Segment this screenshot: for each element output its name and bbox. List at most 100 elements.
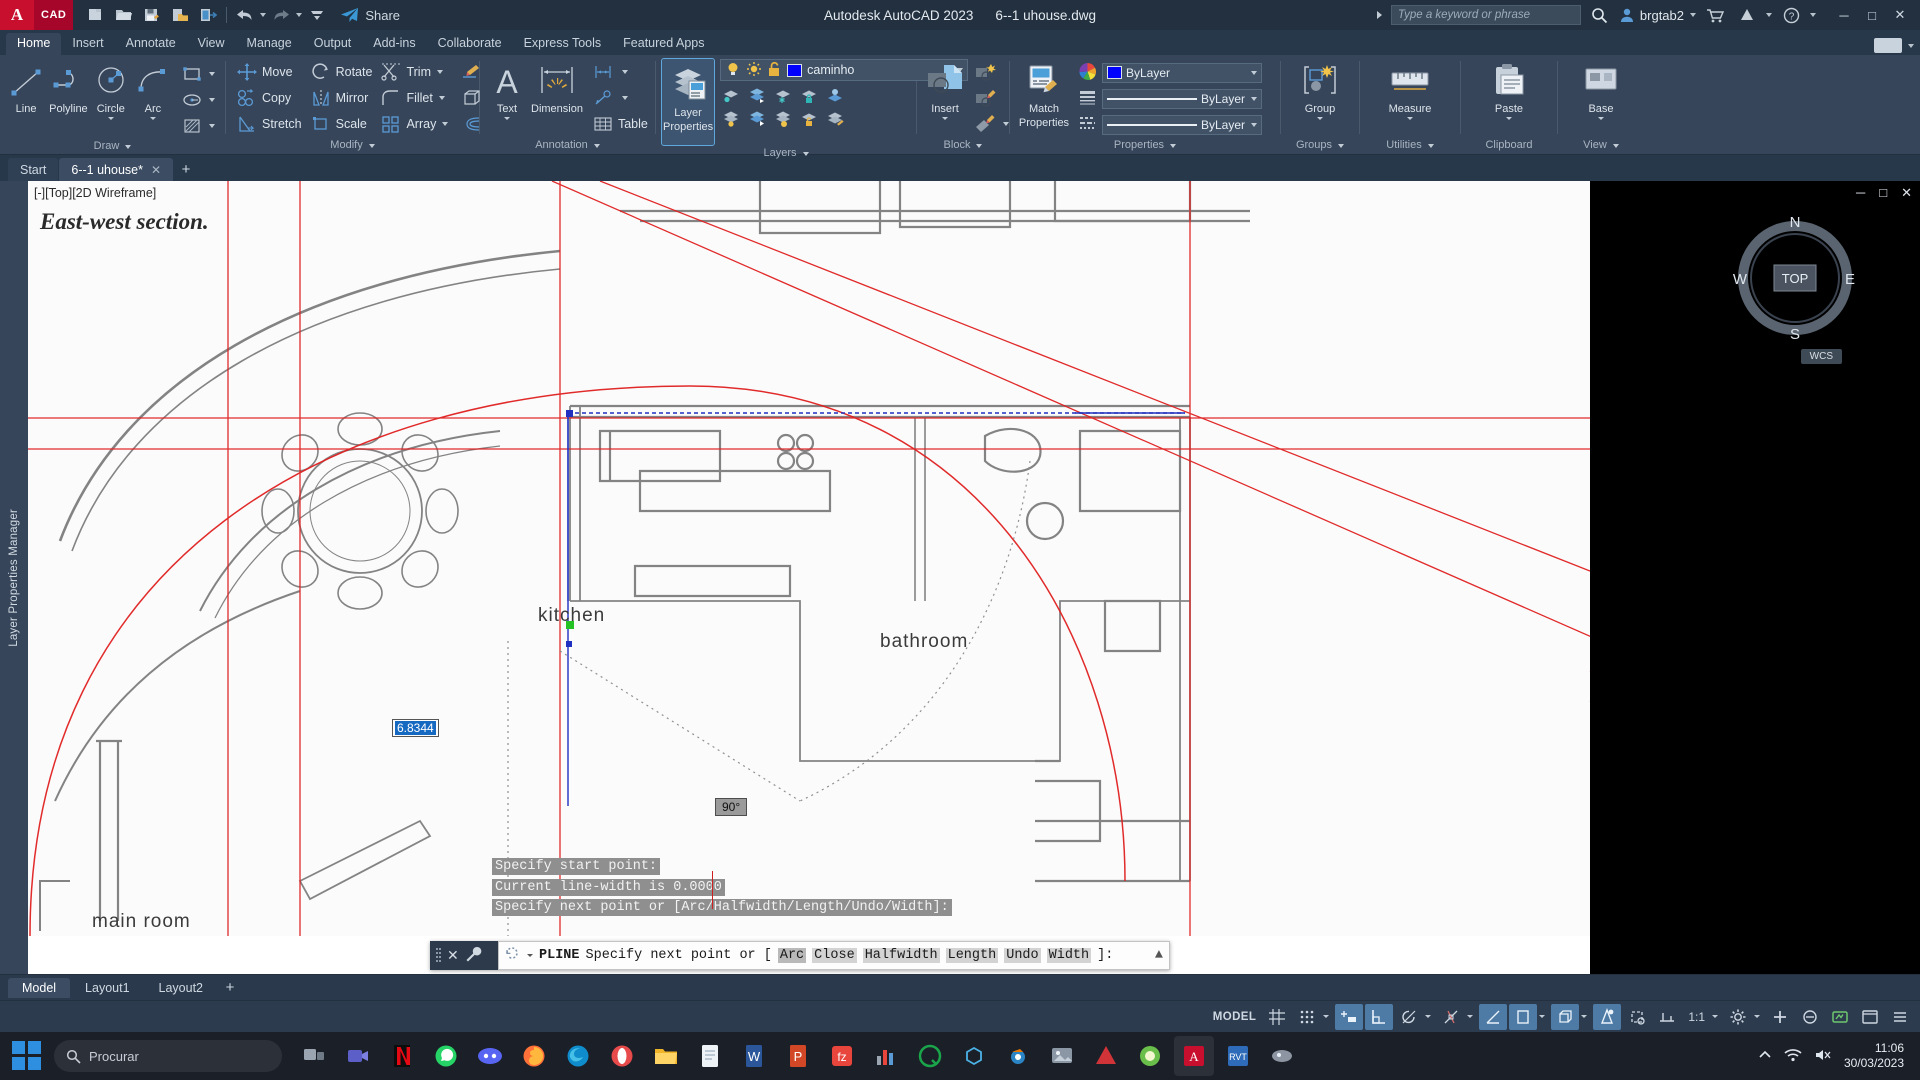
- ribbon-collapse-icon[interactable]: [1908, 43, 1914, 48]
- help-dropdown-icon[interactable]: [1810, 13, 1816, 17]
- array-button[interactable]: Array: [376, 111, 452, 136]
- layer-turn-all-on-icon[interactable]: [746, 109, 768, 129]
- customize-qat-icon[interactable]: [304, 2, 330, 28]
- group-dropdown-icon[interactable]: [1317, 117, 1323, 120]
- transparency-toggle[interactable]: [1593, 1003, 1622, 1030]
- clean-screen-icon[interactable]: [1856, 1004, 1884, 1030]
- scale-dropdown-icon[interactable]: [1712, 1015, 1718, 1018]
- taskbar-search[interactable]: Procurar: [54, 1040, 282, 1072]
- move-button[interactable]: Move: [232, 59, 306, 84]
- layer-unisolate-icon[interactable]: [746, 86, 768, 106]
- object-snap-toggle[interactable]: [1437, 1004, 1465, 1030]
- color-wheel-icon[interactable]: [1078, 62, 1097, 84]
- circle-dropdown-icon[interactable]: [107, 117, 114, 120]
- base-dropdown-icon[interactable]: [1598, 117, 1604, 120]
- taskbar-app-fz[interactable]: fz: [822, 1036, 862, 1076]
- taskbar-app-whatsapp[interactable]: [426, 1036, 466, 1076]
- polar-tracking-toggle[interactable]: [1395, 1004, 1423, 1030]
- taskbar-app-neon[interactable]: [1130, 1036, 1170, 1076]
- search-input[interactable]: Type a keyword or phrase: [1390, 5, 1581, 25]
- wrench-icon[interactable]: [465, 946, 482, 966]
- grid-display-toggle[interactable]: [1263, 1004, 1291, 1030]
- tab-home[interactable]: Home: [6, 33, 62, 55]
- copy-button[interactable]: Copy: [232, 85, 306, 110]
- tab-insert[interactable]: Insert: [61, 33, 114, 55]
- tab-view[interactable]: View: [187, 33, 236, 55]
- help-icon[interactable]: ?: [1778, 2, 1804, 28]
- ortho-mode-toggle[interactable]: [1365, 1003, 1394, 1030]
- autodesk-apps-icon[interactable]: [1734, 2, 1760, 28]
- layer-thaw-all-icon[interactable]: [772, 109, 794, 129]
- ucs-icon-toggle[interactable]: [1509, 1003, 1538, 1030]
- drawing-area[interactable]: East-west section. kitchen bathroom main…: [0, 181, 1920, 974]
- command-option-arc[interactable]: Arc: [777, 948, 807, 963]
- tab-addins[interactable]: Add-ins: [362, 33, 426, 55]
- snap-mode-toggle[interactable]: [1293, 1004, 1321, 1030]
- linetype-dropdown-icon[interactable]: [1251, 122, 1257, 127]
- paste-dropdown-icon[interactable]: [1506, 117, 1512, 120]
- dynamic-input-angle[interactable]: 90°: [715, 798, 748, 816]
- new-layout-button[interactable]: +: [218, 979, 242, 996]
- base-view-button[interactable]: Base: [1574, 59, 1628, 120]
- taskbar-app-netflix[interactable]: [382, 1036, 422, 1076]
- tab-output[interactable]: Output: [303, 33, 363, 55]
- dynamic-input-length[interactable]: 6.8344: [392, 719, 439, 737]
- dimension-button[interactable]: Dimension: [530, 59, 584, 115]
- command-dropdown-icon[interactable]: [527, 954, 533, 957]
- lightbulb-on-icon[interactable]: [725, 61, 741, 80]
- edit-block-button[interactable]: [969, 85, 1013, 110]
- taskbar-app-opera[interactable]: [602, 1036, 642, 1076]
- hardware-acceleration-icon[interactable]: [1826, 1004, 1854, 1030]
- customization-plus-icon[interactable]: [1766, 1004, 1794, 1030]
- create-block-button[interactable]: [969, 59, 1013, 84]
- start-button[interactable]: [12, 1041, 42, 1071]
- arc-dropdown-icon[interactable]: [149, 117, 156, 120]
- search-expand-icon[interactable]: [1376, 11, 1385, 19]
- line-button[interactable]: Line: [6, 59, 46, 115]
- isolate-objects-icon[interactable]: [1796, 1004, 1824, 1030]
- taskbar-app-edge[interactable]: [558, 1036, 598, 1076]
- layer-unlock-icon[interactable]: [798, 109, 820, 129]
- snap-dropdown-icon[interactable]: [1323, 1015, 1330, 1018]
- command-option-undo[interactable]: Undo: [1004, 948, 1041, 963]
- cart-icon[interactable]: [1702, 2, 1728, 28]
- taskbar-app-sketchup[interactable]: [954, 1036, 994, 1076]
- taskbar-app-explorer[interactable]: [646, 1036, 686, 1076]
- attribute-dropdown-icon[interactable]: [1003, 121, 1009, 126]
- layer-lock-icon[interactable]: [798, 86, 820, 106]
- 3d-object-snap-toggle[interactable]: [1551, 1003, 1580, 1030]
- insert-block-button[interactable]: Insert: [923, 59, 967, 120]
- taskbar-clock[interactable]: 11:06 30/03/2023: [1844, 1041, 1904, 1071]
- ucs-dropdown-icon[interactable]: [1539, 1015, 1546, 1018]
- paste-button[interactable]: Paste: [1481, 59, 1537, 120]
- tab-express-tools[interactable]: Express Tools: [513, 33, 613, 55]
- insert-dropdown-icon[interactable]: [942, 117, 948, 120]
- measure-dropdown-icon[interactable]: [1407, 117, 1413, 120]
- show-hidden-icons[interactable]: [1758, 1049, 1772, 1064]
- autocad-logo[interactable]: A: [0, 0, 34, 30]
- new-file-icon[interactable]: [83, 2, 109, 28]
- rotate-button[interactable]: Rotate: [306, 59, 377, 84]
- polyline-button[interactable]: Polyline: [48, 59, 89, 115]
- viewcube[interactable]: TOP N S E W: [1730, 213, 1860, 343]
- layout-tab-layout1[interactable]: Layout1: [71, 978, 143, 998]
- osnap-dropdown-icon[interactable]: [1467, 1015, 1474, 1018]
- layout-tab-layout2[interactable]: Layout2: [145, 978, 217, 998]
- scale-button[interactable]: Scale: [306, 111, 377, 136]
- share-button[interactable]: Share: [340, 7, 400, 23]
- layer-off-icon[interactable]: [720, 109, 742, 129]
- ellipse-dropdown-icon[interactable]: [209, 97, 215, 102]
- rectangle-dropdown-icon[interactable]: [209, 71, 215, 76]
- taskbar-app-notepad[interactable]: [690, 1036, 730, 1076]
- file-tab-start[interactable]: Start: [8, 158, 59, 181]
- lineweight-combo[interactable]: ByLayer: [1102, 88, 1262, 109]
- group-button[interactable]: Group: [1294, 59, 1346, 120]
- file-tab-uhouse[interactable]: 6--1 uhouse* ✕: [59, 158, 174, 181]
- taskbar-app-discord[interactable]: [470, 1036, 510, 1076]
- leader-dropdown-icon[interactable]: [621, 95, 628, 100]
- layer-properties-manager-rail[interactable]: Layer Properties Manager: [0, 181, 28, 974]
- layer-properties-button[interactable]: Layer Properties: [660, 58, 716, 146]
- text-dropdown-icon[interactable]: [504, 117, 510, 120]
- close-icon[interactable]: ✕: [151, 163, 161, 177]
- arc-button[interactable]: Arc: [133, 59, 173, 120]
